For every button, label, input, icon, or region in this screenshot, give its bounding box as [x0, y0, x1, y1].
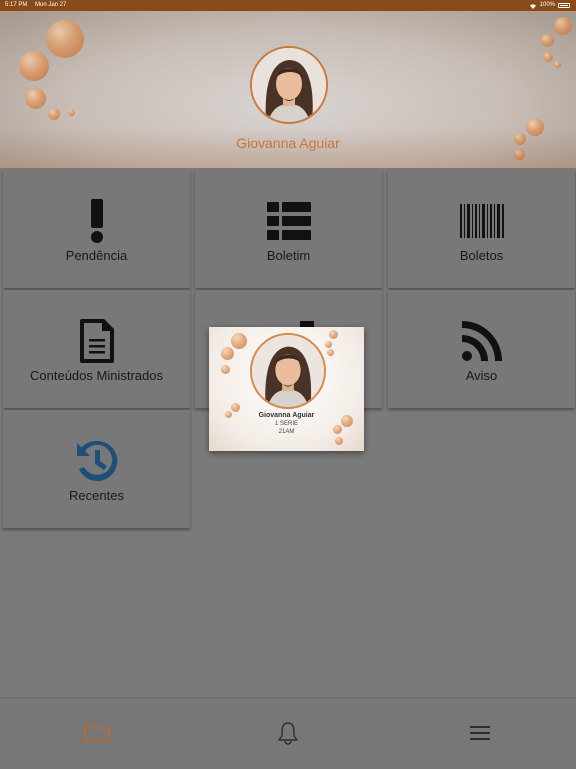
tab-notifications[interactable]: [273, 720, 303, 746]
tile-recentes[interactable]: Recentes: [3, 410, 190, 528]
decorative-bubble: [19, 51, 49, 81]
tile-label: Pendência: [65, 248, 128, 263]
card-student-grade: 1 SERIE: [274, 421, 298, 427]
profile-header: Giovanna Aguiar: [0, 11, 576, 168]
decorative-bubble: [221, 365, 230, 374]
decorative-bubble: [543, 52, 553, 62]
user-name: Giovanna Aguiar: [236, 135, 340, 151]
decorative-bubble: [327, 349, 334, 356]
bell-icon: [278, 722, 298, 745]
tab-menu[interactable]: [465, 720, 495, 746]
decorative-bubble: [231, 333, 247, 349]
decorative-bubble: [25, 88, 46, 109]
decorative-bubble: [68, 109, 75, 116]
tile-aviso[interactable]: Aviso: [388, 290, 575, 408]
tile-conteudos[interactable]: Conteúdos Ministrados: [3, 290, 190, 408]
decorative-bubble: [541, 34, 554, 47]
tile-label: Boletos: [459, 248, 504, 263]
avatar-photo: [252, 48, 326, 122]
status-date: Mon Jan 27: [35, 2, 67, 8]
decorative-bubble: [526, 118, 544, 136]
decorative-bubble: [46, 20, 84, 58]
avatar: [250, 333, 326, 409]
card-student-name: Giovanna Aguiar: [258, 412, 315, 419]
bottom-tab-bar: [0, 697, 576, 769]
tile-pendencia[interactable]: Pendência: [3, 170, 190, 288]
tile-label: Conteúdos Ministrados: [30, 368, 163, 383]
barcode-icon: [459, 204, 504, 238]
tile-boletim[interactable]: Boletim: [195, 170, 382, 288]
tile-label: Recentes: [69, 488, 124, 503]
menu-icon: [470, 726, 490, 740]
decorative-bubble: [221, 347, 234, 360]
tile-label: Boletim: [266, 248, 311, 263]
exclamation-icon: [90, 199, 103, 243]
history-icon: [76, 440, 117, 481]
avatar[interactable]: [250, 46, 328, 124]
decorative-bubble: [554, 61, 561, 68]
tile-label: Aviso: [465, 368, 498, 383]
status-time: 5:17 PM: [5, 2, 28, 8]
decorative-bubble: [335, 437, 343, 445]
battery-icon: [558, 3, 570, 8]
decorative-bubble: [48, 108, 60, 120]
status-right: 100%: [529, 0, 570, 11]
folder-icon: [84, 725, 110, 742]
student-card-popup[interactable]: Giovanna Aguiar 1 SERIE 21AM: [209, 327, 364, 451]
card-student-class: 21AM: [278, 429, 295, 435]
status-bar: 5:17 PM Mon Jan 27 100%: [0, 0, 576, 11]
rss-icon: [461, 321, 502, 361]
table-list-icon: [266, 202, 311, 240]
tab-folder[interactable]: [82, 720, 112, 746]
decorative-bubble: [231, 403, 240, 412]
wifi-icon: [529, 3, 536, 9]
decorative-bubble: [329, 330, 338, 339]
decorative-bubble: [554, 17, 572, 35]
tile-boletos[interactable]: Boletos: [388, 170, 575, 288]
avatar-photo: [252, 335, 324, 407]
battery-percent: 100%: [539, 2, 555, 8]
decorative-bubble: [325, 341, 332, 348]
document-icon: [79, 319, 114, 363]
